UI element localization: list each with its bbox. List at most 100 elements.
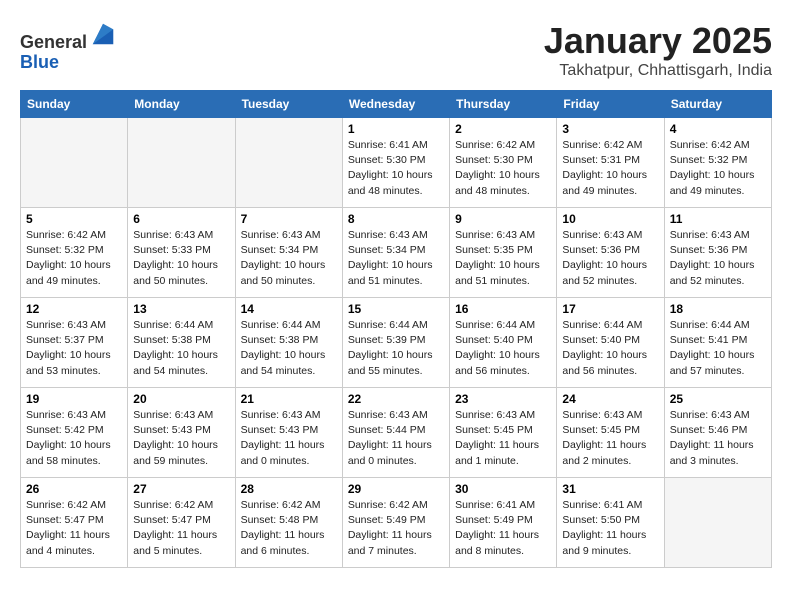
day-number: 17	[562, 302, 658, 316]
day-number: 18	[670, 302, 766, 316]
day-number: 29	[348, 482, 444, 496]
day-number: 14	[241, 302, 337, 316]
day-number: 9	[455, 212, 551, 226]
calendar-cell: 16 Sunrise: 6:44 AMSunset: 5:40 PMDayligh…	[450, 298, 557, 388]
day-number: 13	[133, 302, 229, 316]
day-number: 3	[562, 122, 658, 136]
calendar-cell: 18 Sunrise: 6:44 AMSunset: 5:41 PMDayligh…	[664, 298, 771, 388]
day-number: 8	[348, 212, 444, 226]
calendar-cell	[664, 478, 771, 568]
day-info: Sunrise: 6:43 AMSunset: 5:33 PMDaylight:…	[133, 228, 229, 289]
day-number: 23	[455, 392, 551, 406]
calendar-cell: 17 Sunrise: 6:44 AMSunset: 5:40 PMDayligh…	[557, 298, 664, 388]
calendar-cell: 22 Sunrise: 6:43 AMSunset: 5:44 PMDayligh…	[342, 388, 449, 478]
calendar-cell	[21, 118, 128, 208]
calendar-cell: 4 Sunrise: 6:42 AMSunset: 5:32 PMDaylight…	[664, 118, 771, 208]
calendar-cell: 28 Sunrise: 6:42 AMSunset: 5:48 PMDayligh…	[235, 478, 342, 568]
day-number: 4	[670, 122, 766, 136]
day-number: 16	[455, 302, 551, 316]
day-number: 21	[241, 392, 337, 406]
day-info: Sunrise: 6:42 AMSunset: 5:32 PMDaylight:…	[670, 138, 766, 199]
day-info: Sunrise: 6:43 AMSunset: 5:45 PMDaylight:…	[455, 408, 551, 469]
day-info: Sunrise: 6:44 AMSunset: 5:40 PMDaylight:…	[562, 318, 658, 379]
day-number: 30	[455, 482, 551, 496]
day-info: Sunrise: 6:41 AMSunset: 5:50 PMDaylight:…	[562, 498, 658, 559]
calendar-cell: 26Sunrise: 6:42 AMSunset: 5:47 PMDayligh…	[21, 478, 128, 568]
calendar-cell: 1 Sunrise: 6:41 AMSunset: 5:30 PMDaylight…	[342, 118, 449, 208]
month-title: January 2025	[544, 20, 772, 62]
weekday-header-sunday: Sunday	[21, 91, 128, 118]
week-row-2: 5 Sunrise: 6:42 AMSunset: 5:32 PMDaylight…	[21, 208, 772, 298]
day-info: Sunrise: 6:44 AMSunset: 5:40 PMDaylight:…	[455, 318, 551, 379]
calendar-cell: 10Sunrise: 6:43 AMSunset: 5:36 PMDayligh…	[557, 208, 664, 298]
day-info: Sunrise: 6:42 AMSunset: 5:47 PMDaylight:…	[26, 498, 122, 559]
day-number: 22	[348, 392, 444, 406]
day-info: Sunrise: 6:43 AMSunset: 5:43 PMDaylight:…	[133, 408, 229, 469]
calendar-cell: 20 Sunrise: 6:43 AMSunset: 5:43 PMDayligh…	[128, 388, 235, 478]
day-info: Sunrise: 6:42 AMSunset: 5:32 PMDaylight:…	[26, 228, 122, 289]
logo-general: General	[20, 32, 87, 52]
calendar-cell: 12Sunrise: 6:43 AMSunset: 5:37 PMDayligh…	[21, 298, 128, 388]
logo-blue: Blue	[20, 52, 59, 72]
day-info: Sunrise: 6:43 AMSunset: 5:45 PMDaylight:…	[562, 408, 658, 469]
calendar-cell: 19 Sunrise: 6:43 AMSunset: 5:42 PMDayligh…	[21, 388, 128, 478]
day-info: Sunrise: 6:44 AMSunset: 5:38 PMDaylight:…	[133, 318, 229, 379]
weekday-header-friday: Friday	[557, 91, 664, 118]
page-header: General Blue January 2025 Takhatpur, Chh…	[20, 20, 772, 80]
weekday-header-monday: Monday	[128, 91, 235, 118]
calendar-cell: 8Sunrise: 6:43 AMSunset: 5:34 PMDaylight…	[342, 208, 449, 298]
day-info: Sunrise: 6:43 AMSunset: 5:44 PMDaylight:…	[348, 408, 444, 469]
day-number: 1	[348, 122, 444, 136]
day-number: 28	[241, 482, 337, 496]
calendar-cell: 27 Sunrise: 6:42 AMSunset: 5:47 PMDayligh…	[128, 478, 235, 568]
weekday-header-row: SundayMondayTuesdayWednesdayThursdayFrid…	[21, 91, 772, 118]
calendar-cell: 14 Sunrise: 6:44 AMSunset: 5:38 PMDayligh…	[235, 298, 342, 388]
calendar-cell: 15Sunrise: 6:44 AMSunset: 5:39 PMDayligh…	[342, 298, 449, 388]
day-info: Sunrise: 6:41 AMSunset: 5:30 PMDaylight:…	[348, 138, 444, 199]
calendar-cell: 9Sunrise: 6:43 AMSunset: 5:35 PMDaylight…	[450, 208, 557, 298]
day-number: 25	[670, 392, 766, 406]
day-info: Sunrise: 6:44 AMSunset: 5:38 PMDaylight:…	[241, 318, 337, 379]
logo-icon	[89, 20, 117, 48]
day-info: Sunrise: 6:42 AMSunset: 5:31 PMDaylight:…	[562, 138, 658, 199]
weekday-header-wednesday: Wednesday	[342, 91, 449, 118]
day-number: 19	[26, 392, 122, 406]
calendar-cell: 29Sunrise: 6:42 AMSunset: 5:49 PMDayligh…	[342, 478, 449, 568]
location-subtitle: Takhatpur, Chhattisgarh, India	[544, 62, 772, 80]
day-number: 5	[26, 212, 122, 226]
calendar-cell: 5 Sunrise: 6:42 AMSunset: 5:32 PMDaylight…	[21, 208, 128, 298]
day-info: Sunrise: 6:44 AMSunset: 5:39 PMDaylight:…	[348, 318, 444, 379]
day-info: Sunrise: 6:44 AMSunset: 5:41 PMDaylight:…	[670, 318, 766, 379]
day-info: Sunrise: 6:42 AMSunset: 5:47 PMDaylight:…	[133, 498, 229, 559]
calendar-cell: 21Sunrise: 6:43 AMSunset: 5:43 PMDayligh…	[235, 388, 342, 478]
day-number: 20	[133, 392, 229, 406]
day-number: 7	[241, 212, 337, 226]
title-block: January 2025 Takhatpur, Chhattisgarh, In…	[544, 20, 772, 80]
calendar-cell: 7 Sunrise: 6:43 AMSunset: 5:34 PMDaylight…	[235, 208, 342, 298]
day-number: 27	[133, 482, 229, 496]
calendar-cell: 13 Sunrise: 6:44 AMSunset: 5:38 PMDayligh…	[128, 298, 235, 388]
week-row-4: 19 Sunrise: 6:43 AMSunset: 5:42 PMDayligh…	[21, 388, 772, 478]
day-info: Sunrise: 6:43 AMSunset: 5:46 PMDaylight:…	[670, 408, 766, 469]
day-number: 31	[562, 482, 658, 496]
calendar-cell	[235, 118, 342, 208]
calendar-cell: 30Sunrise: 6:41 AMSunset: 5:49 PMDayligh…	[450, 478, 557, 568]
weekday-header-thursday: Thursday	[450, 91, 557, 118]
day-info: Sunrise: 6:43 AMSunset: 5:34 PMDaylight:…	[241, 228, 337, 289]
weekday-header-saturday: Saturday	[664, 91, 771, 118]
calendar-cell: 2Sunrise: 6:42 AMSunset: 5:30 PMDaylight…	[450, 118, 557, 208]
calendar-table: SundayMondayTuesdayWednesdayThursdayFrid…	[20, 90, 772, 568]
calendar-cell: 24Sunrise: 6:43 AMSunset: 5:45 PMDayligh…	[557, 388, 664, 478]
calendar-cell: 25 Sunrise: 6:43 AMSunset: 5:46 PMDayligh…	[664, 388, 771, 478]
week-row-1: 1 Sunrise: 6:41 AMSunset: 5:30 PMDaylight…	[21, 118, 772, 208]
week-row-3: 12Sunrise: 6:43 AMSunset: 5:37 PMDayligh…	[21, 298, 772, 388]
weekday-header-tuesday: Tuesday	[235, 91, 342, 118]
day-number: 12	[26, 302, 122, 316]
day-info: Sunrise: 6:43 AMSunset: 5:42 PMDaylight:…	[26, 408, 122, 469]
calendar-cell: 6Sunrise: 6:43 AMSunset: 5:33 PMDaylight…	[128, 208, 235, 298]
calendar-cell: 3 Sunrise: 6:42 AMSunset: 5:31 PMDaylight…	[557, 118, 664, 208]
day-number: 2	[455, 122, 551, 136]
week-row-5: 26Sunrise: 6:42 AMSunset: 5:47 PMDayligh…	[21, 478, 772, 568]
day-info: Sunrise: 6:43 AMSunset: 5:36 PMDaylight:…	[562, 228, 658, 289]
day-info: Sunrise: 6:42 AMSunset: 5:48 PMDaylight:…	[241, 498, 337, 559]
